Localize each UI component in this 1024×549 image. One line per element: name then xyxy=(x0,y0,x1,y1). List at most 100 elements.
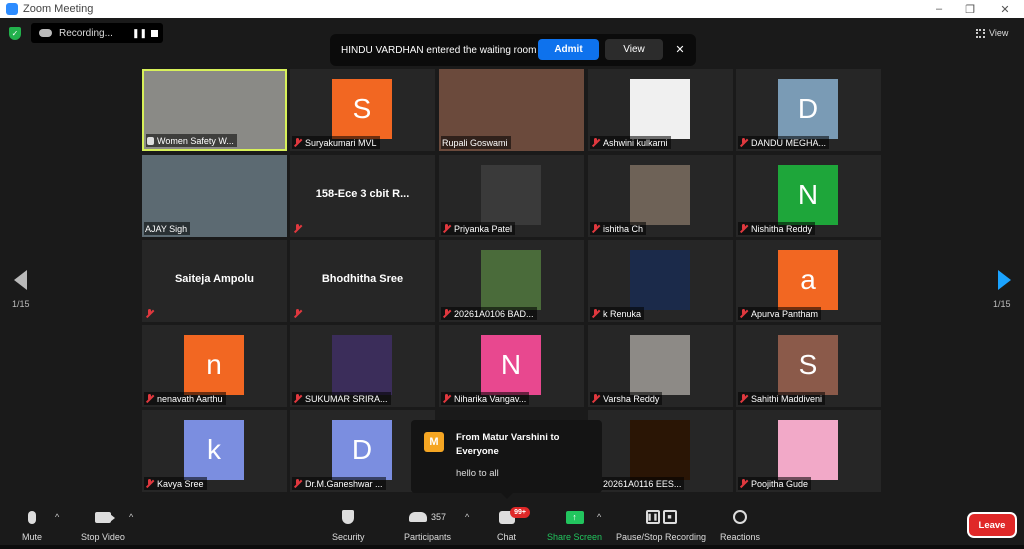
participant-tile[interactable]: Poojitha Gude xyxy=(736,410,881,492)
muted-mic-icon xyxy=(145,393,154,404)
participant-tile[interactable]: Varsha Reddy xyxy=(588,325,733,407)
participant-name: DANDU MEGHA... xyxy=(751,137,827,148)
participant-avatar: S xyxy=(778,335,838,395)
view-waiting-button[interactable]: View xyxy=(605,39,663,60)
participant-name-label: 20261A0116 EES... xyxy=(590,477,685,490)
view-label: View xyxy=(989,28,1009,38)
participants-options-caret[interactable]: ^ xyxy=(465,512,469,522)
minimize-button[interactable]: – xyxy=(924,0,954,18)
participant-profile-picture xyxy=(630,420,690,480)
participant-tile[interactable]: S Sahithi Maddiveni xyxy=(736,325,881,407)
leave-button[interactable]: Leave xyxy=(969,514,1015,536)
participant-name-label: Kavya Sree xyxy=(144,477,207,490)
reactions-button[interactable]: Reactions xyxy=(720,508,760,544)
pause-stop-recording-button[interactable]: ❚❚ ■ Pause/Stop Recording xyxy=(616,508,706,544)
muted-mic-icon xyxy=(739,393,748,404)
encryption-shield-icon[interactable]: ✓ xyxy=(9,27,21,40)
view-layout-button[interactable]: View xyxy=(976,24,1018,42)
smiley-icon xyxy=(733,510,748,524)
participant-tile[interactable]: Saiteja Ampolu xyxy=(142,240,287,322)
participant-tile[interactable]: a Apurva Pantham xyxy=(736,240,881,322)
window-title: Zoom Meeting xyxy=(23,3,94,15)
security-button[interactable]: Security xyxy=(332,508,365,544)
participant-tile[interactable]: n nenavath Aarthu xyxy=(142,325,287,407)
participant-tile[interactable]: AJAY Sigh xyxy=(142,155,287,237)
participant-tile[interactable]: SUKUMAR SRIRA... xyxy=(290,325,435,407)
muted-mic-icon xyxy=(293,137,302,148)
participant-profile-picture xyxy=(630,165,690,225)
audio-options-caret[interactable]: ^ xyxy=(55,512,59,522)
participant-tile[interactable]: N Nishitha Reddy xyxy=(736,155,881,237)
participant-name: Nishitha Reddy xyxy=(751,223,813,234)
participant-name-label: SUKUMAR SRIRA... xyxy=(292,392,391,405)
popup-pointer xyxy=(501,493,513,499)
next-page-icon[interactable] xyxy=(998,270,1011,290)
participant-name: 20261A0116 EES... xyxy=(603,478,682,489)
participant-tile[interactable]: N Niharika Vangav... xyxy=(439,325,584,407)
waiting-room-notification: HINDU VARDHAN entered the waiting room A… xyxy=(330,34,696,66)
share-screen-button[interactable]: ↑ Share Screen xyxy=(547,508,602,544)
participant-profile-picture xyxy=(481,165,541,225)
participant-tile[interactable]: S Suryakumari MVL xyxy=(290,69,435,151)
participant-name-label xyxy=(292,222,308,235)
participant-tile[interactable]: k Kavya Sree xyxy=(142,410,287,492)
participant-profile-picture xyxy=(630,335,690,395)
close-window-button[interactable]: ✕ xyxy=(990,0,1020,18)
participant-tile[interactable]: k Renuka xyxy=(588,240,733,322)
muted-mic-icon xyxy=(591,137,600,148)
participant-name: Kavya Sree xyxy=(157,478,204,489)
sender-avatar: M xyxy=(424,432,444,452)
participant-tile[interactable]: 20261A0106 BAD... xyxy=(439,240,584,322)
participant-tile[interactable]: Rupali Goswami xyxy=(439,69,584,151)
participant-name: Dr.M.Ganeshwar ... xyxy=(305,478,383,489)
participant-name-label: Niharika Vangav... xyxy=(441,392,530,405)
participant-name-label: Rupali Goswami xyxy=(441,136,511,149)
recording-control-label: Pause/Stop Recording xyxy=(616,532,707,542)
muted-mic-icon xyxy=(145,478,154,489)
share-options-caret[interactable]: ^ xyxy=(597,512,601,522)
participant-name-label: Varsha Reddy xyxy=(590,392,663,405)
previous-page-icon[interactable] xyxy=(14,270,27,290)
muted-mic-icon xyxy=(145,308,154,319)
participant-avatar: k xyxy=(184,420,244,480)
video-options-caret[interactable]: ^ xyxy=(129,512,133,522)
participant-tile[interactable]: Ashwini kulkarni xyxy=(588,69,733,151)
admit-button[interactable]: Admit xyxy=(538,39,599,60)
chat-message: hello to all xyxy=(456,468,499,479)
participant-tile[interactable]: Priyanka Patel xyxy=(439,155,584,237)
participant-avatar: D xyxy=(332,420,392,480)
participant-name: Varsha Reddy xyxy=(603,393,660,404)
participant-avatar: N xyxy=(778,165,838,225)
maximize-button[interactable]: ❐ xyxy=(955,0,985,18)
muted-mic-icon xyxy=(293,223,302,234)
chat-preview-popup[interactable]: M From Matur Varshini to Everyone hello … xyxy=(411,420,602,499)
participant-name-label: Apurva Pantham xyxy=(738,307,822,320)
participants-button[interactable]: 357 Participants xyxy=(404,508,451,544)
participant-name: Priyanka Patel xyxy=(454,223,513,234)
participant-tile[interactable]: D DANDU MEGHA... xyxy=(736,69,881,151)
participant-tile[interactable]: ishitha Ch xyxy=(588,155,733,237)
participant-tile[interactable]: Women Safety W... xyxy=(142,69,287,151)
security-shield-icon xyxy=(342,510,355,524)
participant-name-label: Sahithi Maddiveni xyxy=(738,392,826,405)
window-titlebar: Zoom Meeting – ❐ ✕ xyxy=(0,0,1024,18)
participant-name-label: ishitha Ch xyxy=(590,222,647,235)
participant-profile-picture xyxy=(481,250,541,310)
stop-recording-button[interactable] xyxy=(151,30,158,37)
participant-name: 20261A0106 BAD... xyxy=(454,308,534,319)
muted-mic-icon xyxy=(293,478,302,489)
dismiss-notification-button[interactable]: ✕ xyxy=(672,39,688,60)
mute-button[interactable]: Mute xyxy=(22,508,42,544)
participant-name-label: k Renuka xyxy=(590,307,645,320)
participant-name-label xyxy=(144,307,160,320)
pause-recording-button[interactable]: ❚❚ xyxy=(132,28,147,39)
participant-name-label: Dr.M.Ganeshwar ... xyxy=(292,477,386,490)
participant-name-label: nenavath Aarthu xyxy=(144,392,226,405)
participant-tile[interactable]: Bhodhitha Sree xyxy=(290,240,435,322)
recording-label: Recording... xyxy=(59,27,113,39)
participant-tile[interactable]: 20261A0116 EES... xyxy=(588,410,733,492)
participant-avatar: n xyxy=(184,335,244,395)
stop-video-button[interactable]: Stop Video xyxy=(81,508,125,544)
participant-name: Apurva Pantham xyxy=(751,308,819,319)
participant-tile[interactable]: 158-Ece 3 cbit R... xyxy=(290,155,435,237)
